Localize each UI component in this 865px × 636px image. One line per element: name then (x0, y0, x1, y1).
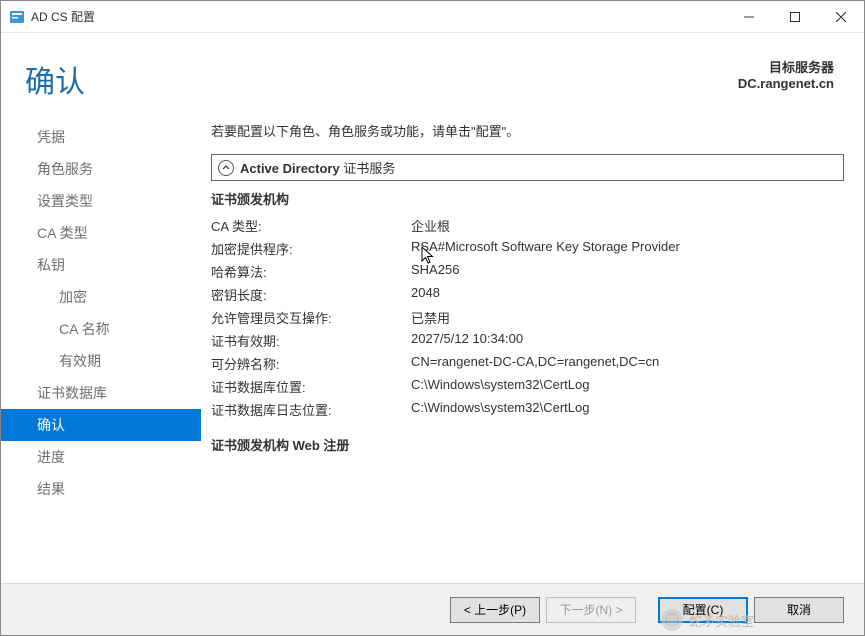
property-row: 可分辨名称:CN=rangenet-DC-CA,DC=rangenet,DC=c… (211, 352, 844, 375)
target-server-info: 目标服务器 DC.rangenet.cn (738, 57, 834, 91)
maximize-button[interactable] (772, 1, 818, 33)
property-row: CA 类型:企业根 (211, 214, 844, 237)
target-server-name: DC.rangenet.cn (738, 76, 834, 91)
property-value: SHA256 (411, 262, 844, 281)
section-title: Active Directory 证书服务 (240, 158, 395, 177)
property-value: RSA#Microsoft Software Key Storage Provi… (411, 239, 844, 258)
properties-list: CA 类型:企业根加密提供程序:RSA#Microsoft Software K… (211, 214, 844, 421)
page-title: 确认 (25, 57, 85, 101)
sidebar-item[interactable]: CA 类型 (1, 217, 201, 249)
instruction-text: 若要配置以下角色、角色服务或功能，请单击"配置"。 (211, 121, 844, 140)
sidebar-item[interactable]: 证书数据库 (1, 377, 201, 409)
property-label: 哈希算法: (211, 262, 411, 281)
target-server-label: 目标服务器 (738, 57, 834, 76)
cancel-button[interactable]: 取消 (754, 597, 844, 623)
sidebar-item[interactable]: 凭据 (1, 121, 201, 153)
property-row: 哈希算法:SHA256 (211, 260, 844, 283)
property-label: 证书有效期: (211, 331, 411, 350)
wizard-header: 确认 目标服务器 DC.rangenet.cn (1, 33, 864, 113)
wizard-sidebar: 凭据角色服务设置类型CA 类型私钥加密CA 名称有效期证书数据库确认进度结果 (1, 113, 201, 588)
window-titlebar: AD CS 配置 (1, 1, 864, 33)
window-title: AD CS 配置 (31, 8, 95, 25)
property-row: 证书有效期:2027/5/12 10:34:00 (211, 329, 844, 352)
app-icon (9, 9, 25, 25)
group-heading-web: 证书颁发机构 Web 注册 (211, 435, 844, 454)
property-value: C:\Windows\system32\CertLog (411, 400, 844, 419)
sidebar-item[interactable]: CA 名称 (1, 313, 201, 345)
property-label: CA 类型: (211, 216, 411, 235)
previous-button[interactable]: < 上一步(P) (450, 597, 540, 623)
property-label: 证书数据库日志位置: (211, 400, 411, 419)
sidebar-item[interactable]: 确认 (1, 409, 201, 441)
property-value: C:\Windows\system32\CertLog (411, 377, 844, 396)
property-label: 证书数据库位置: (211, 377, 411, 396)
wizard-content: 若要配置以下角色、角色服务或功能，请单击"配置"。 Active Directo… (201, 113, 864, 588)
property-value: 2048 (411, 285, 844, 304)
section-header[interactable]: Active Directory 证书服务 (211, 154, 844, 181)
wizard-main: 凭据角色服务设置类型CA 类型私钥加密CA 名称有效期证书数据库确认进度结果 若… (1, 113, 864, 588)
sidebar-item[interactable]: 有效期 (1, 345, 201, 377)
property-row: 密钥长度:2048 (211, 283, 844, 306)
sidebar-item[interactable]: 进度 (1, 441, 201, 473)
configure-button[interactable]: 配置(C) (658, 597, 748, 623)
property-label: 可分辨名称: (211, 354, 411, 373)
chevron-up-icon[interactable] (218, 160, 234, 176)
sidebar-item[interactable]: 角色服务 (1, 153, 201, 185)
sidebar-item[interactable]: 加密 (1, 281, 201, 313)
wizard-footer: < 上一步(P) 下一步(N) > 配置(C) 取消 (1, 583, 864, 635)
property-label: 加密提供程序: (211, 239, 411, 258)
sidebar-item[interactable]: 私钥 (1, 249, 201, 281)
property-value: 2027/5/12 10:34:00 (411, 331, 844, 350)
property-value: CN=rangenet-DC-CA,DC=rangenet,DC=cn (411, 354, 844, 373)
property-row: 证书数据库位置:C:\Windows\system32\CertLog (211, 375, 844, 398)
next-button: 下一步(N) > (546, 597, 636, 623)
property-row: 加密提供程序:RSA#Microsoft Software Key Storag… (211, 237, 844, 260)
group-heading-ca: 证书颁发机构 (211, 189, 844, 208)
window-controls (726, 1, 864, 33)
property-row: 允许管理员交互操作:已禁用 (211, 306, 844, 329)
property-label: 密钥长度: (211, 285, 411, 304)
sidebar-item[interactable]: 结果 (1, 473, 201, 505)
property-label: 允许管理员交互操作: (211, 308, 411, 327)
property-value: 企业根 (411, 216, 844, 235)
sidebar-item[interactable]: 设置类型 (1, 185, 201, 217)
property-row: 证书数据库日志位置:C:\Windows\system32\CertLog (211, 398, 844, 421)
close-button[interactable] (818, 1, 864, 33)
minimize-button[interactable] (726, 1, 772, 33)
property-value: 已禁用 (411, 308, 844, 327)
